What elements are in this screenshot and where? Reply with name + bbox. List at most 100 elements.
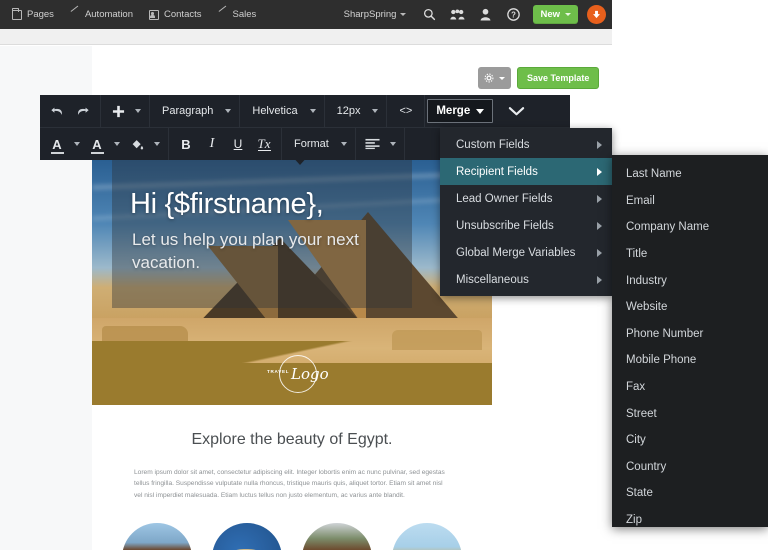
italic-label: I [209,136,215,151]
font-family-value[interactable]: Helvetica [244,98,305,124]
italic-button[interactable]: I [199,131,225,157]
logo-script-text: Logo [291,365,329,383]
background-color-chevron-down-icon[interactable] [110,131,124,157]
redo-icon[interactable] [70,98,96,124]
help-icon[interactable]: ? [500,0,526,29]
account-switcher[interactable]: SharpSpring [336,9,415,20]
merge-menu-item-custom-fields[interactable]: Custom Fields [440,131,612,158]
fill-icon[interactable] [124,131,150,157]
chevron-right-icon [597,140,602,149]
body-paragraph[interactable]: Lorem ipsum dolor sit amet, consectetur … [92,449,492,501]
merge-menu-item-unsubscribe-fields[interactable]: Unsubscribe Fields [440,212,612,239]
thumbnail-village-photo[interactable] [122,522,192,550]
chevron-right-icon [597,248,602,257]
notifications-avatar[interactable] [587,5,606,24]
nav-item-automation[interactable]: Automation [64,5,143,24]
recipient-field-state[interactable]: State [612,480,768,507]
format-chevron-down-icon[interactable] [337,131,351,157]
background-color-letter: A [91,136,105,154]
toolbar-row-primary: Paragraph Helvetica 12px <> Merge [40,95,570,127]
nav-item-contacts[interactable]: Contacts [143,5,212,24]
new-button-label: New [540,9,560,20]
merge-menu-label: Unsubscribe Fields [456,219,554,232]
hero-heading[interactable]: Hi {$firstname}, [130,188,324,221]
merge-menu-item-recipient-fields[interactable]: Recipient Fields [440,158,612,185]
font-size-chevron-down-icon[interactable] [368,98,382,124]
user-icon[interactable] [472,0,498,29]
top-nav-items: Pages Automation Contacts Sales [0,5,266,24]
text-color-button[interactable]: A [44,131,70,157]
merge-menu-item-global-merge-variables[interactable]: Global Merge Variables [440,239,612,266]
thumbnail-landscape-photo[interactable] [392,522,462,550]
align-icon[interactable] [360,131,386,157]
block-format-chevron-down-icon[interactable] [221,98,235,124]
recipient-field-last-name[interactable]: Last Name [612,161,768,188]
template-actions: Save Template [478,67,600,89]
underline-label: U [233,137,243,151]
font-family-chevron-down-icon[interactable] [306,98,320,124]
font-family-group: Helvetica [240,95,325,127]
merge-button[interactable]: Merge [427,99,494,123]
nav-item-pages[interactable]: Pages [6,5,64,24]
svg-text:?: ? [511,11,516,20]
recipient-field-street[interactable]: Street [612,400,768,427]
recipient-field-mobile-phone[interactable]: Mobile Phone [612,347,768,374]
section-title[interactable]: Explore the beauty of Egypt. [92,405,492,449]
save-template-button[interactable]: Save Template [517,67,600,89]
block-format-group: Paragraph [150,95,241,127]
text-color-letter: A [51,136,65,154]
account-name: SharpSpring [343,9,397,20]
source-code-group: <> [387,95,426,127]
nav-label: Automation [84,9,133,20]
top-nav-actions: SharpSpring ? New [336,0,612,29]
chevron-down-icon [499,76,505,80]
merge-button-label: Merge [436,105,471,117]
font-size-group: 12px [325,95,388,127]
insert-chevron-down-icon[interactable] [131,98,145,124]
search-icon[interactable] [416,0,442,29]
hero-image[interactable]: TRAVEL Logo Hi {$firstname}, Let us help… [92,160,492,405]
recipient-field-zip[interactable]: Zip [612,507,768,527]
recipient-field-fax[interactable]: Fax [612,374,768,401]
recipient-field-city[interactable]: City [612,427,768,454]
font-size-value[interactable]: 12px [329,98,369,124]
new-button[interactable]: New [533,5,578,24]
recipient-field-email[interactable]: Email [612,188,768,215]
wand-icon [218,10,228,20]
chevron-right-icon [597,275,602,284]
recipient-field-country[interactable]: Country [612,454,768,481]
format-menu-value[interactable]: Format [286,131,337,157]
hero-subheading[interactable]: Let us help you plan your next vacation. [132,228,402,274]
underline-button[interactable]: U [225,131,251,157]
nav-item-sales[interactable]: Sales [212,5,267,24]
fill-chevron-down-icon[interactable] [150,131,164,157]
thumbnail-food-photo[interactable] [302,522,372,550]
merge-menu-item-miscellaneous[interactable]: Miscellaneous [440,266,612,293]
chevron-right-icon [597,221,602,230]
text-color-chevron-down-icon[interactable] [70,131,84,157]
align-chevron-down-icon[interactable] [386,131,400,157]
recipient-field-title[interactable]: Title [612,241,768,268]
undo-icon[interactable] [44,98,70,124]
sub-toolbar-strip [0,29,612,45]
bold-button[interactable]: B [173,131,199,157]
recipient-field-website[interactable]: Website [612,294,768,321]
remove-format-button[interactable]: Tx [251,131,277,157]
plus-icon[interactable] [105,98,131,124]
toolbar-expand-button[interactable] [493,95,539,127]
toolbar-pointer [291,155,309,165]
settings-button[interactable] [478,67,511,89]
merge-menu-label: Recipient Fields [456,165,538,178]
recipient-field-industry[interactable]: Industry [612,267,768,294]
bold-label: B [181,136,191,152]
recipient-field-phone-number[interactable]: Phone Number [612,321,768,348]
block-format-value[interactable]: Paragraph [154,98,221,124]
recipient-field-company-name[interactable]: Company Name [612,214,768,241]
gear-icon [484,73,494,83]
merge-menu-item-lead-owner-fields[interactable]: Lead Owner Fields [440,185,612,212]
source-code-icon[interactable]: <> [391,98,420,124]
top-navigation-bar: Pages Automation Contacts Sales SharpSpr… [0,0,612,29]
people-group-icon[interactable] [444,0,470,29]
thumbnail-globe-photo[interactable] [212,522,282,550]
background-color-button[interactable]: A [84,131,110,157]
